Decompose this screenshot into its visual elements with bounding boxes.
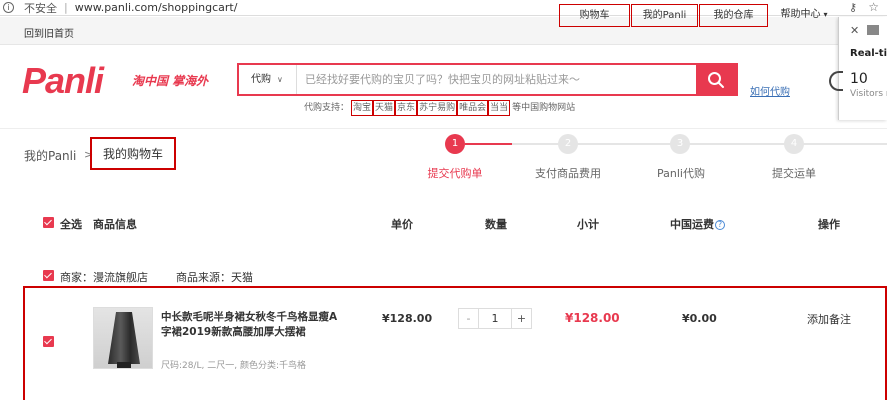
support-tail: 等中国购物网站 — [512, 103, 576, 113]
site-suning[interactable]: 苏宁易购 — [417, 100, 458, 116]
step-4-label: 提交运单 — [772, 167, 816, 180]
step-1-label: 提交代购单 — [427, 167, 483, 180]
top-link-help[interactable]: 帮助中心 ▾ — [776, 4, 832, 27]
divider — [0, 128, 887, 129]
chart-icon — [867, 25, 879, 35]
search-category-label: 代购 — [251, 74, 271, 85]
widget-title: Real-tim — [850, 48, 887, 59]
item-subtotal: ¥128.00 — [565, 311, 620, 325]
close-icon[interactable]: ✕ — [850, 24, 859, 37]
header-china-shipping-label: 中国运费 — [670, 218, 714, 231]
item-shipping: ¥0.00 — [682, 312, 717, 325]
site-tmall[interactable]: 天猫 — [373, 100, 396, 116]
add-note-link[interactable]: 添加备注 — [807, 311, 851, 327]
help-icon[interactable]: ? — [715, 220, 725, 230]
qty-input[interactable]: 1 — [479, 308, 511, 329]
step-3-label: Panli代购 — [657, 167, 705, 180]
product-thumbnail[interactable] — [93, 307, 153, 369]
supported-sites: 代购支持： 淘宝 天猫 京东 苏宁易购 唯品会 当当 等中国购物网站 — [304, 100, 575, 116]
star-icon[interactable]: ☆ — [868, 0, 879, 14]
select-all-label[interactable]: 全选 — [60, 216, 82, 232]
old-home-link[interactable]: 回到旧首页 — [24, 25, 74, 40]
site-taobao[interactable]: 淘宝 — [351, 100, 374, 116]
site-vip[interactable]: 唯品会 — [457, 100, 489, 116]
chevron-down-icon: ▾ — [823, 10, 828, 19]
step-4: 4 — [784, 134, 804, 154]
shop-source: 商品来源：天猫 — [176, 271, 253, 284]
site-dangdang[interactable]: 当当 — [488, 100, 511, 116]
top-link-my-panli[interactable]: 我的Panli — [631, 4, 698, 27]
header-product-info: 商品信息 — [93, 218, 137, 231]
search-button[interactable] — [696, 65, 736, 94]
address-separator: | — [64, 1, 68, 14]
logo-slogan: 淘中国 掌海外 — [132, 74, 209, 88]
top-link-warehouse[interactable]: 我的仓库 — [699, 4, 768, 27]
skirt-image — [108, 312, 140, 364]
search-icon — [708, 71, 724, 88]
header-china-shipping: 中国运费? — [670, 216, 725, 232]
visitor-count: 10 — [850, 71, 868, 87]
top-link-cart[interactable]: 购物车 — [559, 4, 630, 27]
realtime-widget: ✕ Real-tim 10 Visitors ri — [838, 17, 887, 120]
step-1: 1 — [445, 134, 465, 154]
breadcrumb-my-panli[interactable]: 我的Panli — [24, 147, 76, 164]
info-icon[interactable]: i — [3, 2, 14, 13]
shop-name[interactable]: 商家：漫流旗舰店 — [60, 269, 148, 285]
qty-plus-button[interactable]: + — [511, 308, 532, 329]
help-label: 帮助中心 — [780, 9, 821, 20]
product-title[interactable]: 中长款毛呢半身裙女秋冬千鸟格显瘦A字裙2019新款高腰加厚大摆裙 — [161, 310, 346, 340]
step-2-label: 支付商品费用 — [535, 167, 601, 180]
partial-icon — [829, 71, 843, 91]
header-action: 操作 — [818, 218, 840, 231]
item-checkbox[interactable] — [43, 336, 54, 347]
header-subtotal: 小计 — [577, 218, 599, 231]
key-icon[interactable]: ⚷ — [849, 1, 857, 14]
security-status: 不安全 — [24, 1, 57, 15]
legs-image — [117, 362, 131, 368]
url-text[interactable]: www.panli.com/shoppingcart/ — [75, 1, 238, 14]
step-3: 3 — [670, 134, 690, 154]
search-bar: 代购 ∨ — [237, 63, 738, 96]
step-progress-line — [465, 143, 512, 145]
quantity-stepper: - 1 + — [458, 308, 532, 329]
search-category-select[interactable]: 代购 ∨ — [239, 65, 297, 94]
unit-price: ¥128.00 — [382, 312, 433, 325]
site-jd[interactable]: 京东 — [395, 100, 418, 116]
shop-checkbox[interactable] — [43, 270, 54, 281]
breadcrumb-current: 我的购物车 — [90, 137, 176, 170]
header-unit-price: 单价 — [391, 218, 413, 231]
visitor-label: Visitors ri — [850, 89, 887, 99]
chevron-down-icon: ∨ — [277, 75, 283, 84]
product-spec: 尺码:28/L, 二尺一, 颜色分类:千鸟格 — [161, 361, 307, 371]
support-label: 代购支持： — [304, 103, 350, 113]
panli-logo[interactable]: Panli — [22, 60, 104, 102]
how-to-buy-link[interactable]: 如何代购 — [750, 83, 790, 98]
qty-minus-button[interactable]: - — [458, 308, 479, 329]
header-quantity: 数量 — [485, 218, 507, 231]
search-input[interactable] — [299, 65, 699, 94]
select-all-checkbox[interactable] — [43, 217, 54, 228]
step-2: 2 — [558, 134, 578, 154]
